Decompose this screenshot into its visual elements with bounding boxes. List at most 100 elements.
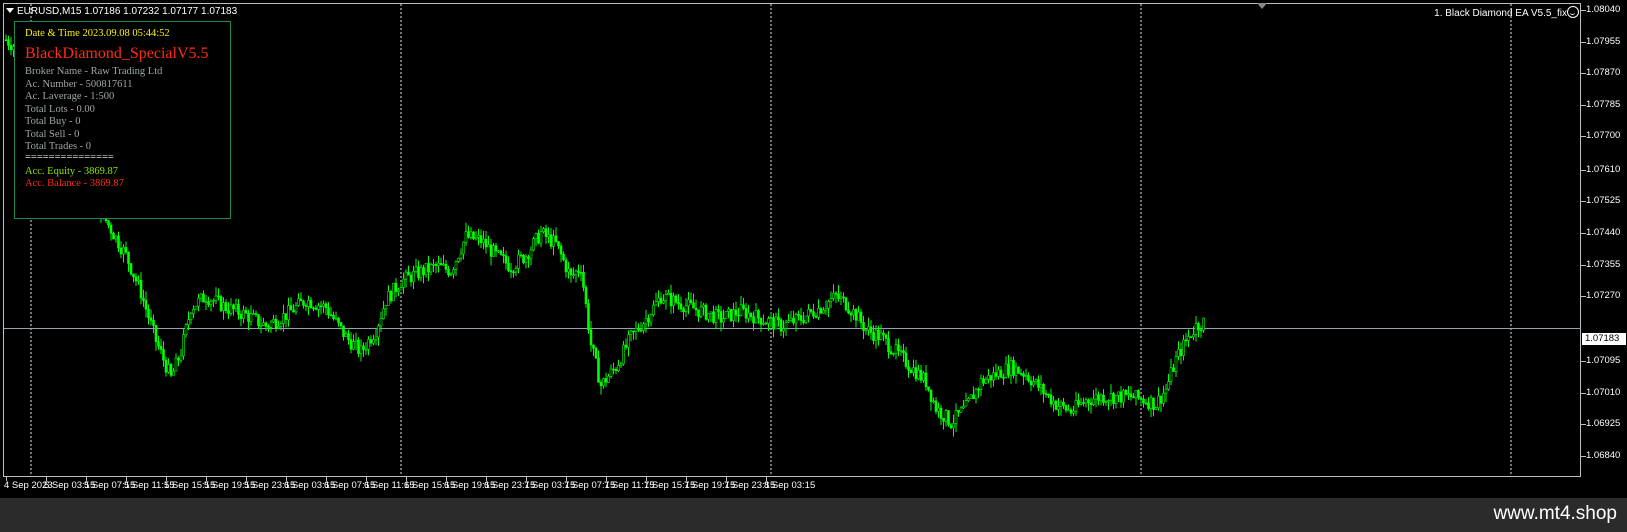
candle-body (982, 378, 985, 384)
candle-body (499, 250, 503, 255)
panel-account-number: Ac. Number - 500817611 (25, 79, 133, 90)
candle-body (229, 304, 233, 314)
candle-body (549, 234, 553, 247)
candle (769, 312, 773, 328)
candle-body (1172, 367, 1175, 372)
candle-body (649, 314, 653, 323)
candle (892, 352, 895, 357)
candle (817, 299, 820, 320)
candle-body (839, 296, 843, 299)
candle (719, 305, 723, 332)
candle-body (237, 303, 240, 315)
candle (1022, 371, 1025, 385)
candle-body (374, 336, 378, 340)
candle-body (454, 261, 458, 270)
candle (222, 297, 225, 320)
candle-body (587, 303, 590, 331)
candle (1037, 375, 1040, 392)
candle (469, 226, 473, 240)
candle-body (112, 232, 115, 240)
candle (1202, 317, 1205, 333)
candle (1032, 375, 1035, 388)
candle-body (842, 296, 845, 299)
symbol-info: EURUSD,M15 1.07186 1.07232 1.07177 1.071… (6, 6, 237, 17)
candle (587, 299, 590, 334)
candle-body (617, 365, 620, 372)
candle (139, 271, 143, 305)
candle-body (887, 338, 890, 352)
triangle-down-icon[interactable] (6, 8, 14, 13)
candle (1137, 389, 1140, 400)
candle-body (1014, 366, 1018, 376)
candle (614, 366, 618, 375)
candle (729, 308, 733, 323)
candle (352, 334, 355, 350)
candle (1062, 397, 1065, 409)
candle (702, 302, 705, 316)
candle-body (299, 298, 303, 302)
candle-body (402, 278, 405, 288)
candle (527, 254, 530, 268)
candle (857, 305, 860, 321)
candle (369, 335, 373, 347)
candle (529, 246, 533, 266)
candle-body (684, 305, 688, 313)
candle-body (1047, 393, 1050, 396)
candle-body (324, 303, 328, 309)
candle-body (542, 228, 545, 233)
smiley-icon[interactable] (1567, 6, 1579, 18)
candle-body (424, 263, 428, 276)
candle-body (962, 405, 965, 409)
candle (319, 301, 323, 315)
candle-body (277, 326, 280, 329)
candle-body (439, 263, 443, 266)
candle-body (272, 319, 275, 323)
chart-window[interactable]: EURUSD,M15 1.07186 1.07232 1.07177 1.071… (0, 0, 1627, 498)
candle (179, 349, 183, 363)
candle (4, 34, 8, 42)
candle (1064, 404, 1068, 413)
candle-body (1029, 380, 1033, 386)
candle-body (852, 309, 855, 316)
candle-body (114, 235, 118, 240)
candle (432, 259, 435, 273)
candle-body (947, 410, 950, 426)
candle (299, 292, 303, 302)
candle (852, 304, 855, 320)
candle (202, 290, 205, 303)
candle (269, 320, 273, 333)
candle (494, 243, 498, 258)
panel-datetime: Date & Time 2023.09.08 05:44:52 (25, 28, 170, 39)
candle (357, 337, 360, 358)
candle-body (264, 322, 268, 327)
candle (807, 303, 810, 323)
shift-marker-icon[interactable] (1257, 3, 1267, 9)
candlestick-chart[interactable] (0, 0, 1627, 478)
candle (1102, 389, 1105, 406)
candle-body (292, 309, 295, 313)
candle-body (922, 372, 925, 381)
candle (994, 363, 998, 380)
candle (1079, 397, 1083, 406)
candle (332, 311, 335, 321)
candle (897, 338, 900, 357)
candle (759, 317, 763, 332)
candle-body (857, 311, 860, 321)
candle (259, 316, 263, 334)
candle (1094, 387, 1098, 408)
candle-body (137, 279, 140, 282)
candle-body (7, 39, 10, 46)
candle-body (917, 369, 920, 380)
candle (207, 296, 210, 308)
candle (544, 224, 548, 245)
candle-body (1069, 409, 1073, 414)
candle-body (262, 322, 265, 326)
candle (592, 344, 595, 357)
candle-body (307, 300, 310, 307)
candle-body (517, 254, 520, 269)
candle (884, 333, 888, 346)
candle-body (969, 394, 973, 399)
candle-body (627, 334, 630, 348)
candle-body (739, 304, 743, 316)
candle-body (877, 329, 880, 340)
